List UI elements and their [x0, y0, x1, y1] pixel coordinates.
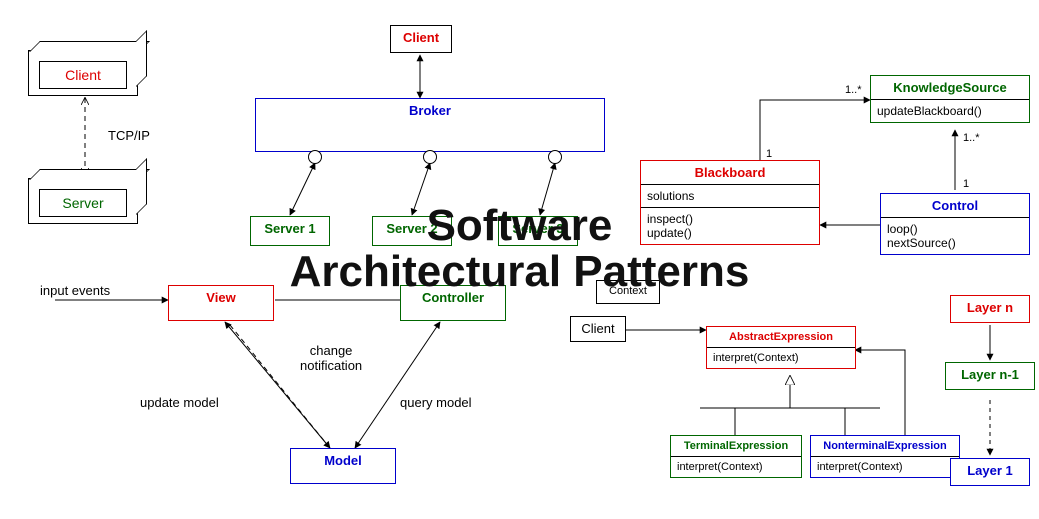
interp-context-box: Context [596, 280, 660, 304]
server1-box: Server 1 [250, 216, 330, 246]
layer-1-label: Layer 1 [951, 459, 1029, 482]
terminal-expression-method: interpret(Context) [671, 457, 801, 477]
layer-1-box: Layer 1 [950, 458, 1030, 486]
interp-client-box: Client [570, 316, 626, 342]
nonterminal-expression-box: NonterminalExpression interpret(Context) [810, 435, 960, 478]
server-label: Server [39, 189, 127, 217]
nonterminal-expression-title: NonterminalExpression [811, 436, 959, 457]
layer-n-1-box: Layer n-1 [945, 362, 1035, 390]
tcpip-label: TCP/IP [108, 128, 150, 143]
control-ops: loop() nextSource() [881, 218, 1029, 254]
client-box: Client [28, 50, 138, 96]
control-nextsource: nextSource() [887, 236, 1023, 250]
abstract-expression-method: interpret(Context) [707, 348, 855, 368]
lollipop-1 [308, 150, 322, 164]
server3-label: Server 3 [499, 217, 577, 240]
query-model-label: query model [400, 395, 472, 410]
mult-many-b: 1..* [963, 132, 980, 144]
lollipop-3 [548, 150, 562, 164]
layer-n-1-label: Layer n-1 [946, 363, 1034, 386]
layer-n-label: Layer n [951, 296, 1029, 319]
view-label: View [169, 286, 273, 309]
broker-client-label: Client [391, 26, 451, 49]
blackboard-attr: solutions [641, 185, 819, 208]
controller-label: Controller [401, 286, 505, 309]
update-model-label: update model [140, 395, 219, 410]
knowledgesource-op: updateBlackboard() [871, 100, 1029, 122]
model-label: Model [291, 449, 395, 472]
server3-box: Server 3 [498, 216, 578, 246]
lollipop-2 [423, 150, 437, 164]
control-box: Control loop() nextSource() [880, 193, 1030, 255]
server2-label: Server 2 [373, 217, 451, 240]
mult-1-b: 1 [963, 178, 969, 190]
broker-label: Broker [256, 99, 604, 122]
abstract-expression-title: AbstractExpression [707, 327, 855, 348]
blackboard-update: update() [647, 226, 813, 240]
terminal-expression-title: TerminalExpression [671, 436, 801, 457]
server-box: Server [28, 178, 138, 224]
server2-box: Server 2 [372, 216, 452, 246]
control-title: Control [881, 194, 1029, 218]
terminal-expression-box: TerminalExpression interpret(Context) [670, 435, 802, 478]
broker-client-box: Client [390, 25, 452, 53]
server1-label: Server 1 [251, 217, 329, 240]
blackboard-title: Blackboard [641, 161, 819, 185]
broker-box: Broker [255, 98, 605, 152]
input-events-label: input events [40, 283, 110, 298]
mult-1-a: 1 [766, 148, 772, 160]
interp-context-label: Context [597, 281, 659, 301]
abstract-expression-box: AbstractExpression interpret(Context) [706, 326, 856, 369]
mult-many-a: 1..* [845, 84, 862, 96]
blackboard-inspect: inspect() [647, 212, 813, 226]
title-line-2: Architectural Patterns [290, 249, 750, 295]
controller-box: Controller [400, 285, 506, 321]
nonterminal-expression-method: interpret(Context) [811, 457, 959, 477]
blackboard-ops: inspect() update() [641, 208, 819, 244]
interp-client-label: Client [571, 317, 625, 340]
knowledgesource-box: KnowledgeSource updateBlackboard() [870, 75, 1030, 123]
model-box: Model [290, 448, 396, 484]
control-loop: loop() [887, 222, 1023, 236]
client-label: Client [39, 61, 127, 89]
change-notification-label: change notification [300, 343, 362, 373]
layer-n-box: Layer n [950, 295, 1030, 323]
blackboard-box: Blackboard solutions inspect() update() [640, 160, 820, 245]
view-box: View [168, 285, 274, 321]
knowledgesource-title: KnowledgeSource [871, 76, 1029, 100]
